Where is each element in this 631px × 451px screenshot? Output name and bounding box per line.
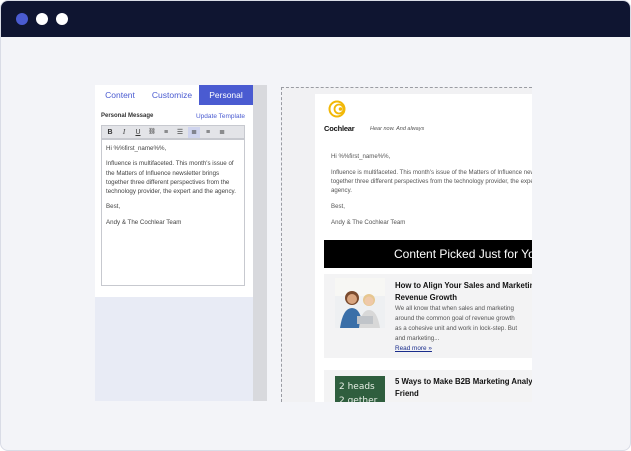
link-icon[interactable]: ⛓ xyxy=(146,127,158,138)
message-body: Influence is multifaceted. This month's … xyxy=(106,160,236,196)
message-greeting: Hi %%first_name%%, xyxy=(106,145,167,152)
article-title-line-1: 5 Ways to Make B2B Marketing Analytics xyxy=(395,377,532,386)
article-title[interactable]: 5 Ways to Make B2B Marketing Analytics F… xyxy=(395,376,532,400)
window-dot-2[interactable] xyxy=(36,13,48,25)
app-window: Content Customize Personal Personal Mess… xyxy=(0,0,631,451)
italic-icon[interactable]: I xyxy=(118,127,130,138)
article-title-line-1: How to Align Your Sales and Marketing xyxy=(395,281,532,290)
read-more-link[interactable]: Read more » xyxy=(395,345,432,352)
tab-customize[interactable]: Customize xyxy=(145,85,199,105)
chalkboard-text-line-1: 2 heads xyxy=(339,382,375,392)
tab-personal[interactable]: Personal xyxy=(199,85,253,105)
personal-message-editor: Personal Message Update Template B I U ⛓… xyxy=(95,105,253,297)
content-banner: Content Picked Just for You xyxy=(324,240,532,268)
email-message: Hi %%first_name%%, Influence is multifac… xyxy=(331,152,532,234)
email-preview: Cochlear Hear now. And always Hi %%first… xyxy=(281,87,532,402)
article-summary-line: and marketing... xyxy=(395,335,440,342)
brand-tagline: Hear now. And always xyxy=(370,126,425,132)
preview-signature: Andy & The Cochlear Team xyxy=(331,219,406,226)
panel-divider[interactable] xyxy=(253,85,267,401)
article-card[interactable]: 2 heads 2 gether 5 Ways to Make B2B Mark… xyxy=(324,370,532,402)
article-summary-line: as a cohesive unit and work in lock-step… xyxy=(395,325,518,332)
align-right-icon[interactable]: ≣ xyxy=(216,127,228,138)
numbered-list-icon[interactable]: ≡ xyxy=(160,127,172,138)
email-canvas: Cochlear Hear now. And always Hi %%first… xyxy=(315,94,532,402)
bullet-list-icon[interactable]: ☰ xyxy=(174,127,186,138)
preview-signoff: Best, xyxy=(331,203,345,210)
align-left-icon[interactable]: ≣ xyxy=(188,127,200,138)
article-title-line-2: Revenue Growth xyxy=(395,293,457,302)
window-dot-3[interactable] xyxy=(56,13,68,25)
message-textarea[interactable]: Hi %%first_name%%, Influence is multifac… xyxy=(101,139,245,286)
article-title[interactable]: How to Align Your Sales and Marketing Re… xyxy=(395,280,532,304)
align-center-icon[interactable]: ≡ xyxy=(202,127,214,138)
chalkboard-thumbnail-icon: 2 heads 2 gether xyxy=(335,376,385,402)
tab-content[interactable]: Content xyxy=(95,85,145,105)
preview-body-line-3: agency. xyxy=(331,187,352,194)
message-signature: Andy & The Cochlear Team xyxy=(106,218,182,226)
banner-title: Content Picked Just for You xyxy=(394,247,532,261)
article-card[interactable]: How to Align Your Sales and Marketing Re… xyxy=(324,274,532,358)
update-template-link[interactable]: Update Template xyxy=(196,113,245,120)
editor-panel: Content Customize Personal Personal Mess… xyxy=(95,85,253,401)
preview-body-line-2: together three different perspectives fr… xyxy=(331,178,532,185)
article-thumbnail-icon xyxy=(335,278,385,328)
brand-name: Cochlear xyxy=(324,124,355,133)
preview-greeting: Hi %%first_name%%, xyxy=(331,153,391,160)
bold-icon[interactable]: B xyxy=(104,127,116,138)
preview-body-line-1: Influence is multifaceted. This month's … xyxy=(331,169,532,176)
title-bar xyxy=(1,1,630,37)
window-dot-1[interactable] xyxy=(16,13,28,25)
chalkboard-text-line-2: 2 gether xyxy=(339,396,378,402)
article-summary-line: around the common goal of revenue growth xyxy=(395,315,515,322)
article-title-line-2: Friend xyxy=(395,389,419,398)
message-signoff: Best, xyxy=(106,203,121,211)
underline-icon[interactable]: U xyxy=(132,127,144,138)
cochlear-logo-icon xyxy=(328,100,346,118)
editor-tabs: Content Customize Personal xyxy=(95,85,253,105)
article-summary-line: We all know that when sales and marketin… xyxy=(395,305,514,312)
article-summary: We all know that when sales and marketin… xyxy=(395,304,532,344)
formatting-toolbar: B I U ⛓ ≡ ☰ ≣ ≡ ≣ xyxy=(101,125,245,139)
personal-message-label: Personal Message xyxy=(101,113,154,119)
